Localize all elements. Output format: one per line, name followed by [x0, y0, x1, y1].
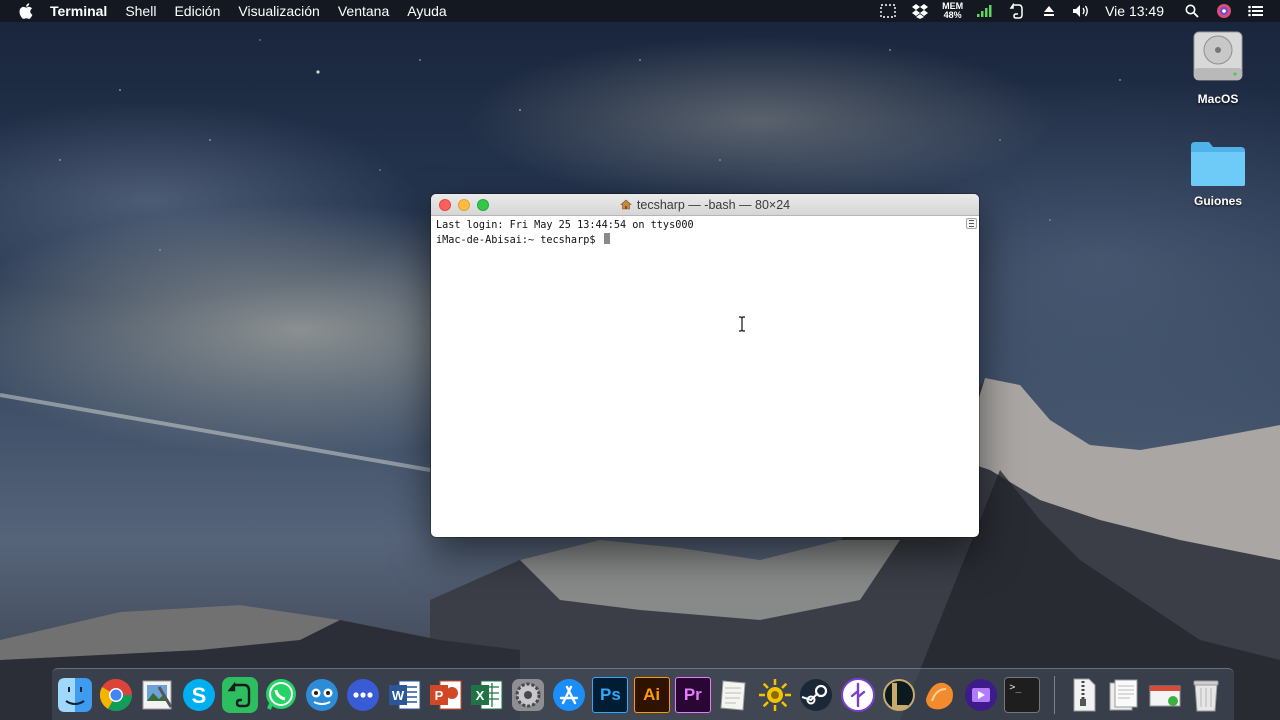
- documents-icon[interactable]: [1106, 677, 1142, 713]
- window-title: tecsharp — -bash — 80×24: [636, 197, 791, 212]
- steam-icon[interactable]: [798, 677, 834, 713]
- dock: S W P X Ps Ai Pr >_: [52, 668, 1234, 720]
- excel-icon[interactable]: X: [469, 677, 505, 713]
- menu-ayuda[interactable]: Ayuda: [407, 3, 446, 19]
- preview-icon[interactable]: [139, 677, 175, 713]
- dropbox-icon[interactable]: [910, 3, 930, 19]
- word-icon[interactable]: W: [387, 677, 423, 713]
- chrome-icon[interactable]: [98, 677, 134, 713]
- finder-icon[interactable]: [57, 677, 93, 713]
- utility-icon[interactable]: [840, 677, 876, 713]
- menu-ventana[interactable]: Ventana: [338, 3, 389, 19]
- menu-visualizacion[interactable]: Visualización: [238, 3, 319, 19]
- excel-letter: X: [476, 688, 485, 703]
- window-titlebar[interactable]: tecsharp — -bash — 80×24: [431, 194, 979, 216]
- system-preferences-icon[interactable]: [510, 677, 546, 713]
- memory-monitor[interactable]: MEM 48%: [942, 2, 963, 20]
- menu-app-name[interactable]: Terminal: [50, 3, 107, 19]
- desktop-icon-macos[interactable]: MacOS: [1173, 28, 1263, 106]
- status-area: MEM 48% Vie 13:49: [872, 0, 1280, 22]
- terminal-line: Last login: Fri May 25 13:44:54 on ttys0…: [436, 220, 694, 231]
- premiere-label: Pr: [683, 684, 702, 704]
- network-signal-icon[interactable]: [975, 3, 995, 19]
- volume-icon[interactable]: [1071, 3, 1091, 19]
- powerpoint-icon[interactable]: P: [428, 677, 464, 713]
- spotlight-search-icon[interactable]: [1182, 3, 1202, 19]
- menu-shell[interactable]: Shell: [125, 3, 156, 19]
- eject-icon[interactable]: [1039, 3, 1059, 19]
- terminal-icon[interactable]: >_: [1004, 676, 1041, 713]
- whatsapp-icon[interactable]: [263, 677, 299, 713]
- powerpoint-letter: P: [434, 688, 443, 703]
- dock-separator: [1053, 675, 1055, 714]
- apple-menu-icon[interactable]: [16, 1, 36, 21]
- league-icon[interactable]: [881, 677, 917, 713]
- screenshot-selection-icon[interactable]: [878, 3, 898, 19]
- text-cursor: [603, 232, 610, 244]
- photoshop-icon[interactable]: Ps: [592, 676, 629, 713]
- premiere-icon[interactable]: Pr: [674, 676, 711, 713]
- app-store-icon[interactable]: [551, 677, 587, 713]
- terminal-prompt-glyph: >_: [1009, 681, 1022, 693]
- hard-drive-icon: [1191, 28, 1245, 86]
- trash-icon[interactable]: [1188, 677, 1224, 713]
- messages-icon[interactable]: [345, 677, 381, 713]
- svg-text:S: S: [191, 683, 206, 708]
- desktop-icon-label: Guiones: [1193, 194, 1242, 208]
- textedit-icon[interactable]: [716, 677, 752, 713]
- user-account-icon[interactable]: [1214, 3, 1234, 19]
- home-icon: [620, 199, 632, 210]
- download-icon[interactable]: [1147, 677, 1183, 713]
- terminal-window[interactable]: tecsharp — -bash — 80×24 Last login: Fri…: [431, 194, 979, 537]
- menubar-clock[interactable]: Vie 13:49: [1105, 3, 1164, 19]
- scrollbar-marker-icon[interactable]: [966, 218, 977, 229]
- brightness-icon[interactable]: [757, 677, 793, 713]
- close-button[interactable]: [439, 199, 451, 211]
- terminal-content[interactable]: Last login: Fri May 25 13:44:54 on ttys0…: [431, 216, 979, 536]
- illustrator-icon[interactable]: Ai: [633, 676, 670, 713]
- tweetbot-icon[interactable]: [304, 677, 340, 713]
- maximize-button[interactable]: [477, 199, 489, 211]
- menu-edicion[interactable]: Edición: [174, 3, 220, 19]
- desktop-icon-label: MacOS: [1197, 92, 1239, 106]
- fruit-icon[interactable]: [922, 677, 958, 713]
- menu-bar: Terminal Shell Edición Visualización Ven…: [0, 0, 1280, 22]
- ibeam-cursor-icon: [738, 316, 746, 337]
- terminal-prompt: iMac-de-Abisai:~ tecsharp$: [436, 234, 602, 246]
- folder-icon: [1189, 140, 1247, 188]
- zip-icon[interactable]: [1065, 677, 1101, 713]
- terminal-prompt-line: iMac-de-Abisai:~ tecsharp$: [436, 232, 974, 248]
- notification-center-icon[interactable]: [1246, 3, 1266, 19]
- desktop-icon-guiones[interactable]: Guiones: [1173, 140, 1263, 208]
- skype-icon[interactable]: S: [181, 677, 217, 713]
- video-icon[interactable]: [963, 677, 999, 713]
- evernote-icon[interactable]: [221, 676, 258, 713]
- word-letter: W: [391, 688, 404, 703]
- illustrator-label: Ai: [643, 684, 661, 704]
- evernote-status-icon[interactable]: [1007, 3, 1027, 19]
- minimize-button[interactable]: [458, 199, 470, 211]
- memory-value: 48%: [943, 10, 962, 20]
- photoshop-label: Ps: [600, 684, 621, 704]
